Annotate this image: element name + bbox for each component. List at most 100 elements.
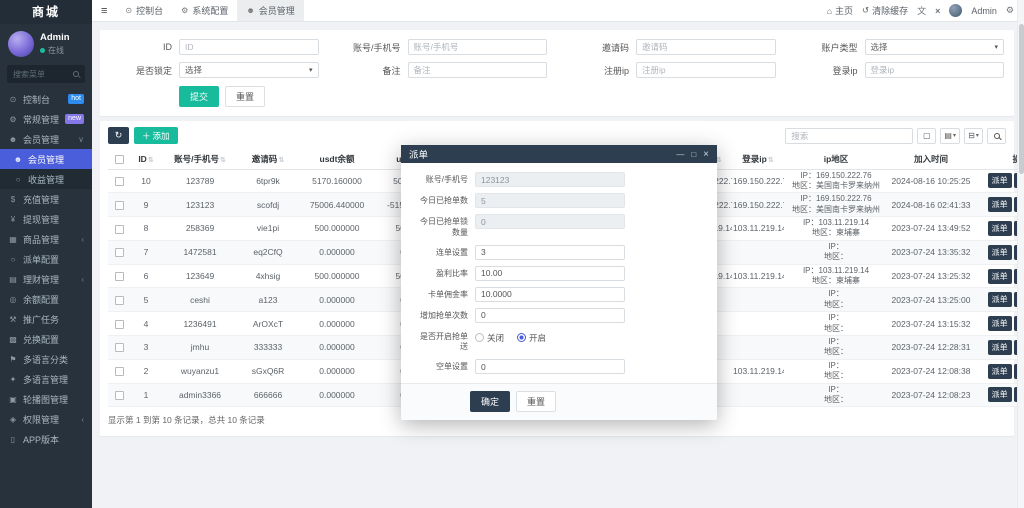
column-header-ID[interactable]: ID⇅ (130, 149, 162, 170)
dispatch-button[interactable]: 派单 (987, 316, 1012, 332)
grab-switch-radio-关闭[interactable]: 关闭 (475, 332, 504, 344)
row-checkbox[interactable] (114, 319, 124, 329)
card-commission-rate-input[interactable] (475, 286, 625, 302)
dispatch-button[interactable]: 派单 (987, 363, 1012, 379)
refresh-button[interactable]: ↻ (108, 127, 129, 144)
scrollbar-thumb[interactable] (1018, 24, 1024, 174)
row-select-cell (108, 264, 130, 289)
row-checkbox[interactable] (114, 272, 124, 282)
consecutive-orders-input[interactable] (475, 244, 625, 260)
dispatch-button[interactable]: 派单 (987, 244, 1012, 260)
sidebar-item-充值管理[interactable]: $ 充值管理 (0, 189, 92, 209)
sidebar-item-收益管理[interactable]: ○ 收益管理 (0, 169, 92, 189)
dispatch-button[interactable]: 派单 (987, 197, 1012, 213)
row-checkbox[interactable] (114, 295, 124, 305)
profit-rate-input[interactable] (475, 265, 625, 281)
dispatch-button[interactable]: 派单 (987, 292, 1012, 308)
avatar[interactable] (8, 31, 34, 57)
row-checkbox[interactable] (114, 343, 124, 353)
language-icon[interactable]: 文 (917, 4, 926, 17)
cell-account: 1472581 (162, 240, 238, 265)
row-checkbox[interactable] (114, 248, 124, 258)
maximize-icon[interactable]: □ (691, 150, 696, 159)
ip-line: IP： (828, 313, 844, 323)
invite-code-input[interactable] (636, 39, 776, 55)
remark-input[interactable] (407, 62, 547, 78)
sidebar-item-控制台[interactable]: ⊙ 控制台 hot (0, 89, 92, 109)
export-button[interactable]: ⊟ ▾ (964, 127, 983, 144)
dispatch-button[interactable]: 派单 (987, 173, 1012, 189)
sidebar-item-多语言管理[interactable]: ✦ 多语言管理 (0, 369, 92, 389)
table-search-input[interactable] (785, 127, 914, 144)
account-input[interactable] (407, 39, 547, 55)
area-line: 地区：美国南卡罗来纳州 (792, 180, 880, 190)
account-type-select[interactable]: 选择 ▾ (864, 39, 1004, 55)
sort-icon[interactable]: ⇅ (148, 157, 154, 164)
settings-gear-icon[interactable]: ⚙ (1006, 5, 1014, 16)
select-all-checkbox[interactable] (114, 154, 124, 164)
sort-icon[interactable]: ⇅ (220, 157, 226, 164)
search-toggle-button[interactable] (987, 127, 1006, 144)
row-checkbox[interactable] (114, 367, 124, 377)
dispatch-button[interactable]: 派单 (987, 268, 1012, 284)
sidebar-item-APP版本[interactable]: ▯ APP版本 (0, 429, 92, 449)
sidebar-item-常规管理[interactable]: ⚙ 常规管理 new (0, 109, 92, 129)
sidebar-item-label: 兑换配置 (23, 334, 60, 345)
clear-cache-link[interactable]: ↺ 清除缓存 (862, 4, 908, 17)
lock-status-select[interactable]: 选择 ▾ (179, 62, 319, 78)
fullscreen-toggle-button[interactable]: ▢ (917, 127, 937, 144)
modal-reset-button[interactable]: 重置 (516, 391, 557, 413)
hamburger-icon[interactable]: ≡ (92, 5, 116, 17)
column-header-邀请码[interactable]: 邀请码⇅ (238, 149, 298, 170)
fullscreen-icon[interactable]: × (935, 6, 940, 16)
login-ip-input[interactable] (864, 62, 1004, 78)
row-checkbox[interactable] (114, 224, 124, 234)
ip-line: IP： (828, 384, 844, 394)
extra-grab-times-input[interactable] (475, 307, 625, 323)
sidebar-item-余额配置[interactable]: ◎ 余额配置 (0, 289, 92, 309)
row-checkbox[interactable] (114, 177, 124, 187)
sidebar-item-多语言分类[interactable]: ⚑ 多语言分类 (0, 349, 92, 369)
modal-header: 派单 — □ × (401, 145, 717, 163)
tab-系统配置[interactable]: ⚙ 系统配置 (172, 0, 237, 21)
navbar-avatar[interactable] (949, 4, 963, 17)
sidebar-item-权限管理[interactable]: ◈ 权限管理 ‹ (0, 409, 92, 429)
dispatch-button[interactable]: 派单 (987, 220, 1012, 236)
home-link[interactable]: ⌂ 主页 (827, 4, 853, 17)
sidebar-item-提现管理[interactable]: ¥ 提现管理 (0, 209, 92, 229)
dispatch-button[interactable]: 派单 (987, 339, 1012, 355)
sort-icon[interactable]: ⇅ (768, 157, 774, 164)
tab-会员管理[interactable]: ☻ 会员管理 (237, 0, 304, 21)
confirm-button[interactable]: 确定 (470, 391, 511, 413)
sidebar-search-input[interactable]: 搜索菜单 (7, 65, 85, 83)
column-header-登录ip[interactable]: 登录ip⇅ (732, 149, 784, 170)
minimize-icon[interactable]: — (676, 150, 684, 159)
add-button[interactable]: ＋ 添加 (134, 127, 178, 144)
row-checkbox[interactable] (114, 391, 124, 401)
sidebar-item-会员管理[interactable]: ☻ 会员管理 (0, 149, 92, 169)
close-icon[interactable]: × (703, 149, 709, 160)
submit-button[interactable]: 提交 (179, 86, 220, 107)
sidebar-item-会员管理[interactable]: ☻ 会员管理 ∨ (0, 129, 92, 149)
grab-switch-radio-开启[interactable]: 开启 (517, 332, 546, 344)
sidebar-item-推广任务[interactable]: ⚒ 推广任务 (0, 309, 92, 329)
sort-icon[interactable]: ⇅ (278, 157, 284, 164)
navbar-username[interactable]: Admin (971, 6, 997, 16)
tab-控制台[interactable]: ⊙ 控制台 (116, 0, 172, 21)
id-input[interactable] (179, 39, 319, 55)
reset-button[interactable]: 重置 (225, 86, 266, 107)
sidebar-item-理财管理[interactable]: ▤ 理财管理 ‹ (0, 269, 92, 289)
dispatch-button[interactable]: 派单 (987, 387, 1012, 403)
sidebar-search-placeholder: 搜索菜单 (13, 69, 45, 79)
columns-button[interactable]: ▤ ▾ (940, 127, 960, 144)
sidebar-item-轮播图管理[interactable]: ▣ 轮播图管理 (0, 389, 92, 409)
sidebar-item-派单配置[interactable]: ○ 派单配置 (0, 249, 92, 269)
row-checkbox[interactable] (114, 200, 124, 210)
sidebar-item-商品管理[interactable]: ▦ 商品管理 ‹ (0, 229, 92, 249)
column-header-账号/手机号[interactable]: 账号/手机号⇅ (162, 149, 238, 170)
empty-order-input[interactable] (475, 359, 625, 375)
reg-ip-input[interactable] (636, 62, 776, 78)
app-window: 商城 Admin 在线 搜索菜单 ⊙ 控制台 hot ⚙ 常规管理 new ☻ 会员管理 ∨ ☻ 会… (0, 0, 1024, 508)
cell-join-time: 2023-07-24 13:15:32 (888, 311, 974, 336)
sidebar-item-兑换配置[interactable]: ▩ 兑换配置 (0, 329, 92, 349)
